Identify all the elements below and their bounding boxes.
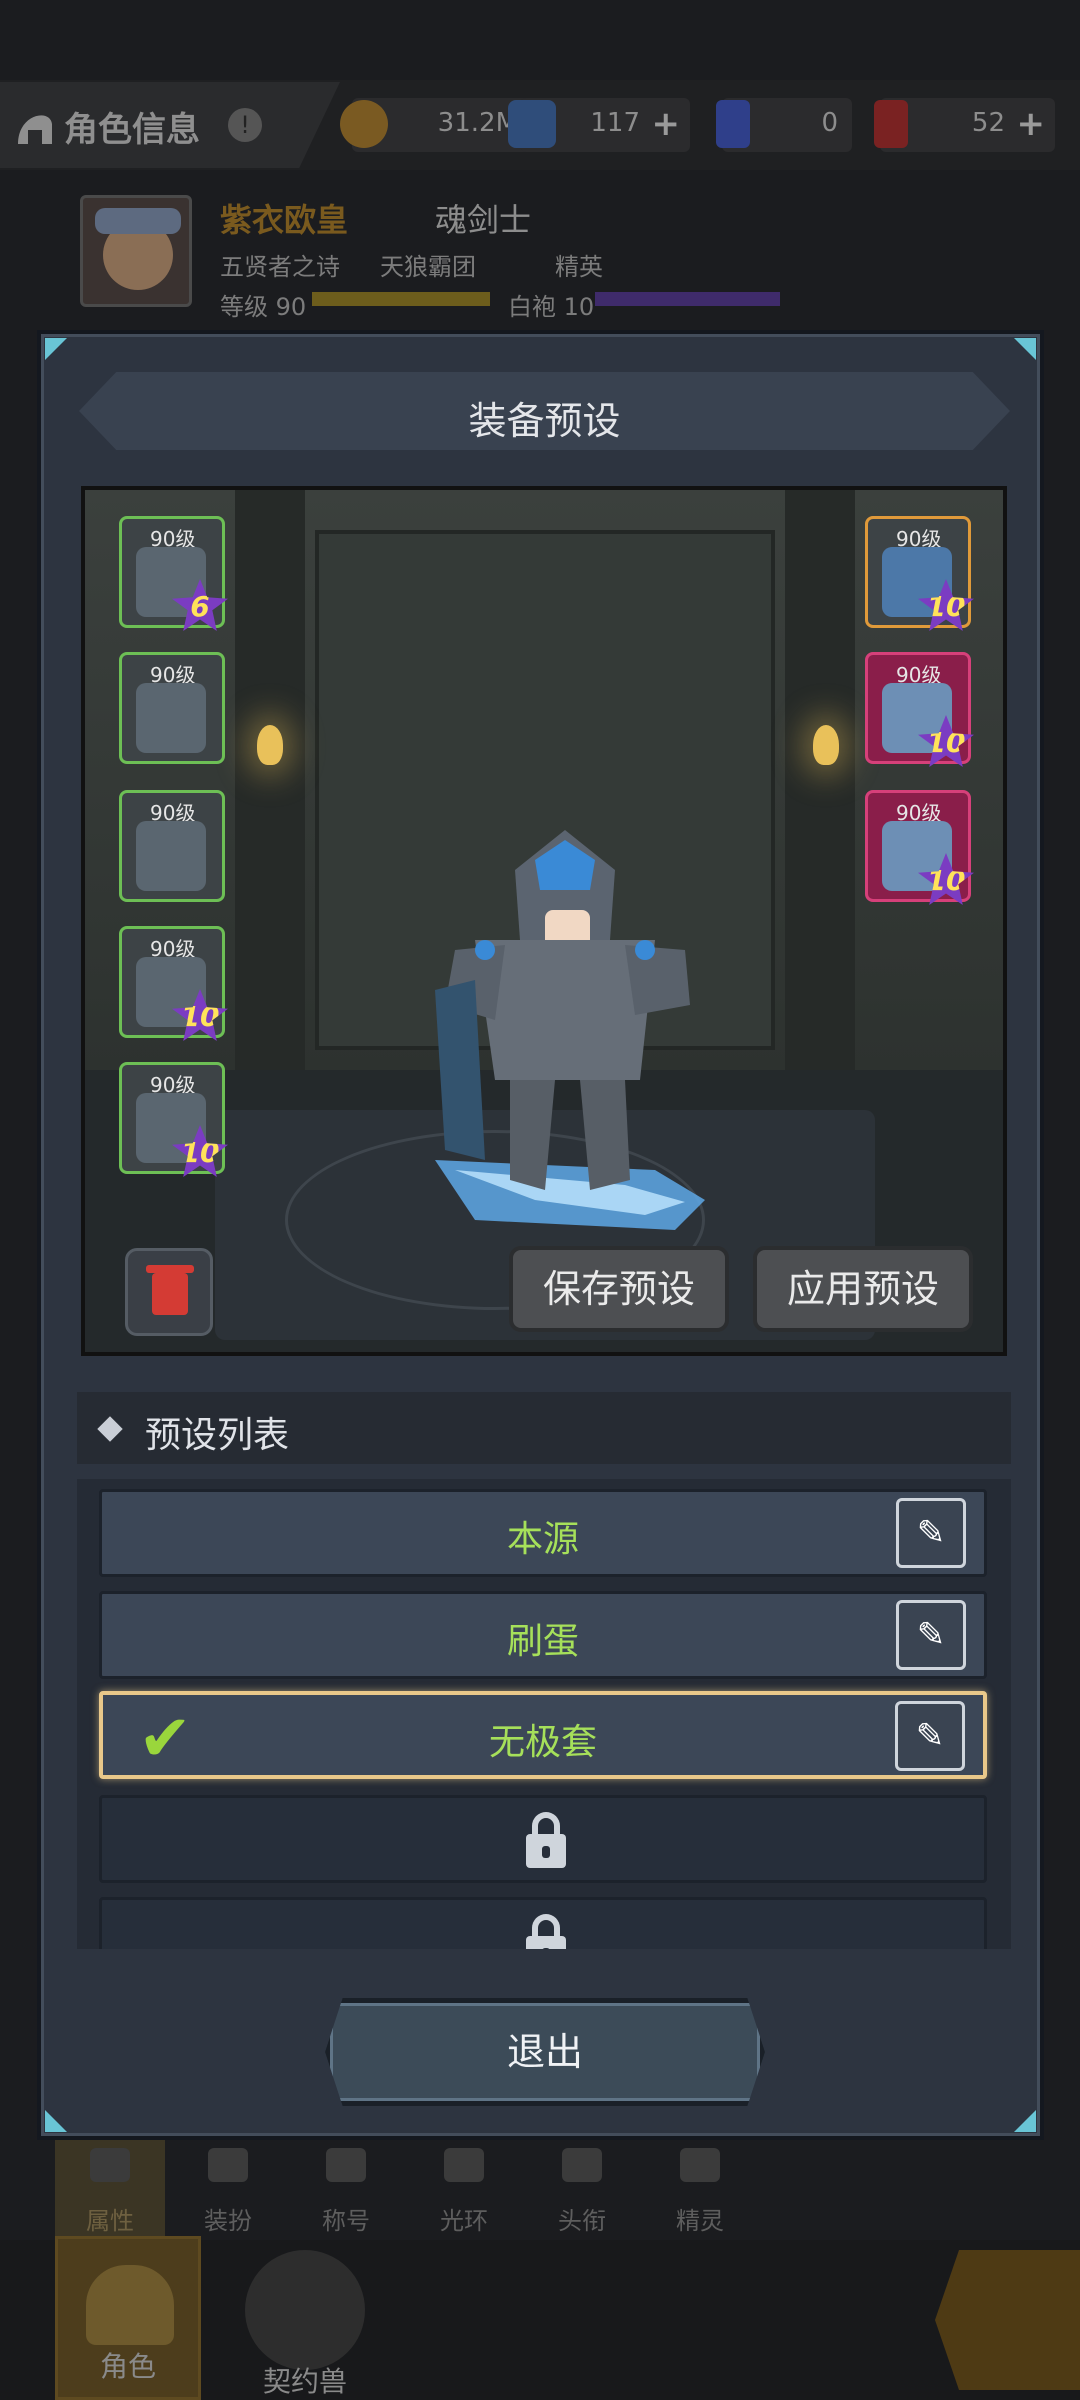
tab-rank-title[interactable]: 头衔: [527, 2140, 637, 2240]
red-ticket-icon: [874, 100, 908, 148]
level-progress-bar: [312, 292, 490, 306]
edit-icon[interactable]: ✎: [896, 1498, 966, 1568]
nav-pet-button[interactable]: 契约兽: [245, 2250, 365, 2400]
next-arrow-button[interactable]: [935, 2250, 1080, 2390]
gold-value: 31.2M: [437, 108, 518, 138]
tab-label: 装扮: [204, 2207, 252, 2235]
torch-icon: [813, 725, 839, 765]
preset-row-locked: [99, 1795, 987, 1883]
resource-card: 0: [716, 98, 852, 152]
tab-label: 称号: [322, 2207, 370, 2235]
lock-icon: [526, 1812, 566, 1868]
preset-list-title: 预设列表: [145, 1415, 290, 1456]
tab-title[interactable]: 称号: [291, 2140, 401, 2240]
crown-icon: [326, 2148, 366, 2182]
greaves-icon: [136, 821, 206, 891]
level-label: 等级 90: [220, 293, 307, 321]
exit-button[interactable]: 退出: [325, 1998, 765, 2106]
halo-icon: [444, 2148, 484, 2182]
dialog-title: 装备预设: [468, 399, 621, 443]
tab-label: 属性: [86, 2207, 134, 2235]
dialog-header: 装备预设: [79, 372, 1010, 450]
player-class: 魂剑士: [435, 201, 532, 239]
equip-slot-helmet[interactable]: 90级 6: [119, 516, 228, 631]
paw-icon: [245, 2250, 365, 2370]
preset-row[interactable]: 刷蛋 ✎: [99, 1591, 987, 1679]
resource-crystal: 117 +: [508, 98, 690, 152]
trash-icon: [146, 1265, 194, 1273]
player-rank: 精英: [555, 253, 603, 281]
card-value: 0: [821, 108, 838, 138]
corner-decoration: [1014, 2110, 1036, 2132]
equip-slot-accessory-1[interactable]: 90级 10: [865, 652, 974, 767]
hanger-icon: [208, 2148, 248, 2182]
edit-icon[interactable]: ✎: [895, 1701, 965, 1771]
card-ticket-icon: [716, 100, 750, 148]
nav-pet-label: 契约兽: [262, 2365, 347, 2398]
preset-row-locked: [99, 1897, 987, 1949]
preset-list-header: 预设列表: [77, 1392, 1011, 1464]
preset-name: 本源: [506, 1519, 579, 1560]
torch-icon: [257, 725, 283, 765]
nav-role-button[interactable]: 角色: [55, 2236, 201, 2400]
character-info-tab[interactable]: 角色信息 !: [0, 82, 340, 168]
crystal-icon: [508, 100, 556, 148]
character-preview: 90级 6 90级 90级 90级 10 90级 10 90级 10 90级 1…: [81, 486, 1007, 1356]
add-crystal-button[interactable]: +: [652, 104, 681, 144]
profile-panel: 紫衣欧皇 魂剑士 五贤者之诗 天狼霸团 精英 等级 90 白袍 10: [80, 195, 980, 325]
preset-name: 刷蛋: [506, 1621, 579, 1662]
tab-halo[interactable]: 光环: [409, 2140, 519, 2240]
delete-button[interactable]: [125, 1248, 213, 1336]
nav-role-label: 角色: [99, 2350, 156, 2383]
spirit-icon: [680, 2148, 720, 2182]
tab-label: 精灵: [676, 2207, 724, 2235]
equip-slot-cloak[interactable]: 90级 10: [119, 1062, 228, 1177]
lock-icon: [526, 1914, 566, 1949]
equip-slot-armor[interactable]: 90级: [119, 652, 225, 764]
preset-list[interactable]: 本源 ✎ 刷蛋 ✎ ✔ 无极套 ✎: [77, 1479, 1011, 1949]
corner-decoration: [1014, 338, 1036, 360]
tab-outfit[interactable]: 装扮: [173, 2140, 283, 2240]
bottom-tab-bar: 属性 装扮 称号 光环 头衔 精灵: [55, 2140, 765, 2240]
equipment-preset-dialog: 装备预设 90级 6 90级 90级 90级 10 90级 10 90级 10 …: [37, 330, 1044, 2140]
tab-attributes[interactable]: 属性: [55, 2140, 165, 2240]
tab-label: 光环: [440, 2207, 488, 2235]
corner-decoration: [45, 2110, 67, 2132]
resource-red: 52 +: [874, 98, 1055, 152]
character-icon: [86, 2265, 174, 2345]
diamond-icon: [97, 1416, 123, 1442]
tab-spirit[interactable]: 精灵: [645, 2140, 755, 2240]
equip-slot-gloves[interactable]: 90级 10: [119, 926, 228, 1041]
player-name: 紫衣欧皇: [220, 201, 349, 239]
trash-icon: [152, 1273, 188, 1315]
edit-icon[interactable]: ✎: [896, 1600, 966, 1670]
avatar[interactable]: [80, 195, 192, 307]
preset-name: 无极套: [488, 1722, 597, 1763]
info-icon[interactable]: !: [228, 108, 262, 142]
equip-slot-accessory-2[interactable]: 90级 10: [865, 790, 974, 905]
server-name: 五贤者之诗: [220, 253, 340, 281]
corner-decoration: [45, 338, 67, 360]
crystal-value: 117: [590, 108, 640, 138]
attributes-icon: [90, 2148, 130, 2182]
preset-row[interactable]: 本源 ✎: [99, 1489, 987, 1577]
page-title: 角色信息: [64, 110, 200, 150]
guild-name: 天狼霸团: [380, 253, 476, 281]
robe-progress-bar: [595, 292, 780, 306]
armor-icon: [136, 683, 206, 753]
robe-label: 白袍 10: [508, 293, 595, 321]
resource-gold: 31.2M: [340, 98, 532, 152]
helmet-icon: [18, 115, 52, 144]
gold-coin-icon: [340, 100, 388, 148]
equip-slot-weapon[interactable]: 90级 10: [865, 516, 974, 631]
tab-label: 头衔: [558, 2207, 606, 2235]
save-preset-button[interactable]: 保存预设: [509, 1246, 729, 1332]
emblem-icon: [562, 2148, 602, 2182]
preset-row-selected[interactable]: ✔ 无极套 ✎: [99, 1691, 987, 1779]
apply-preset-button[interactable]: 应用预设: [753, 1246, 973, 1332]
add-red-button[interactable]: +: [1017, 104, 1046, 144]
red-value: 52: [971, 108, 1005, 138]
knight-character: [435, 830, 705, 1230]
equip-slot-legs[interactable]: 90级: [119, 790, 225, 902]
